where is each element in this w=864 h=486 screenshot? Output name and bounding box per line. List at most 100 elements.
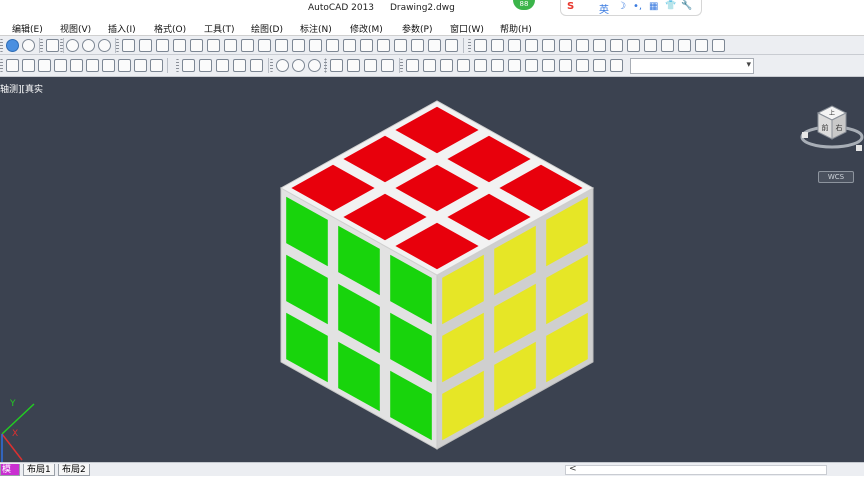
wcs-menu-button[interactable]: WCS <box>818 171 854 183</box>
tb1-tool-icon-18[interactable] <box>326 39 339 52</box>
skin-icon[interactable]: 👕 <box>665 1 676 11</box>
punctuation-icon[interactable]: •, <box>633 1 642 12</box>
toolbar-grip-handle[interactable] <box>270 59 273 72</box>
tb2-tool-icon-14[interactable] <box>250 59 263 72</box>
tb1-tool-icon-26[interactable] <box>474 39 487 52</box>
tb1-tool-icon-9[interactable] <box>173 39 186 52</box>
drawing-viewport[interactable]: 轴测][真实 上 前 右 WCS Y X <box>0 77 864 462</box>
tb2-tool-icon-1[interactable] <box>22 59 35 72</box>
tb1-tool-icon-16[interactable] <box>292 39 305 52</box>
tb2-tool-icon-11[interactable] <box>199 59 212 72</box>
tb1-tool-icon-36[interactable] <box>644 39 657 52</box>
toolbar-grip-handle[interactable] <box>60 39 63 52</box>
tb2-tool-icon-8[interactable] <box>134 59 147 72</box>
compass-west-marker[interactable] <box>802 132 808 138</box>
visual-style-dropdown[interactable] <box>630 58 754 74</box>
tb2-tool-icon-24[interactable] <box>440 59 453 72</box>
tb1-tool-icon-31[interactable] <box>559 39 572 52</box>
tb1-tool-icon-12[interactable] <box>224 39 237 52</box>
tb1-tool-icon-19[interactable] <box>343 39 356 52</box>
tb2-tool-icon-27[interactable] <box>491 59 504 72</box>
toolbar-grip-handle[interactable] <box>116 39 119 52</box>
scroll-left-arrow-icon[interactable]: < <box>569 464 577 474</box>
tb2-tool-icon-34[interactable] <box>610 59 623 72</box>
toolbar-grip-handle[interactable] <box>400 59 403 72</box>
toolbar-grip-handle[interactable] <box>468 39 471 52</box>
tb1-tool-icon-25[interactable] <box>445 39 458 52</box>
tb2-tool-icon-16[interactable] <box>292 59 305 72</box>
tb1-tool-icon-6[interactable] <box>122 39 135 52</box>
tb1-tool-icon-22[interactable] <box>394 39 407 52</box>
tb2-tool-icon-9[interactable] <box>150 59 163 72</box>
tb1-tool-icon-2[interactable] <box>46 39 59 52</box>
tb1-tool-icon-24[interactable] <box>428 39 441 52</box>
tb1-tool-icon-10[interactable] <box>190 39 203 52</box>
toolbar-grip-handle[interactable] <box>0 39 3 52</box>
tb1-tool-icon-27[interactable] <box>491 39 504 52</box>
tb2-tool-icon-3[interactable] <box>54 59 67 72</box>
tab-model[interactable]: 模型 <box>0 464 20 476</box>
tb1-tool-icon-33[interactable] <box>593 39 606 52</box>
tb1-tool-icon-35[interactable] <box>627 39 640 52</box>
toolbar-grip-handle[interactable] <box>176 59 179 72</box>
tb2-tool-icon-22[interactable] <box>406 59 419 72</box>
tb1-tool-icon-39[interactable] <box>695 39 708 52</box>
menu-dimension[interactable]: 标注(N) <box>300 22 332 35</box>
tab-layout1[interactable]: 布局1 <box>23 464 55 476</box>
tb2-tool-icon-12[interactable] <box>216 59 229 72</box>
compass-east-marker[interactable] <box>856 145 862 151</box>
tb2-tool-icon-31[interactable] <box>559 59 572 72</box>
tb1-tool-icon-13[interactable] <box>241 39 254 52</box>
tb1-tool-icon-34[interactable] <box>610 39 623 52</box>
tb2-tool-icon-2[interactable] <box>38 59 51 72</box>
tb1-tool-icon-38[interactable] <box>678 39 691 52</box>
tb1-tool-icon-32[interactable] <box>576 39 589 52</box>
tb2-tool-icon-32[interactable] <box>576 59 589 72</box>
tb2-tool-icon-33[interactable] <box>593 59 606 72</box>
keyboard-icon[interactable]: ▦ <box>649 1 658 12</box>
tb1-tool-icon-14[interactable] <box>258 39 271 52</box>
toolbar-grip-handle[interactable] <box>40 39 43 52</box>
tb2-tool-icon-18[interactable] <box>330 59 343 72</box>
wrench-icon[interactable]: 🔧 <box>681 1 692 11</box>
menu-window[interactable]: 窗口(W) <box>450 22 484 35</box>
tb2-tool-icon-23[interactable] <box>423 59 436 72</box>
tb1-tool-icon-37[interactable] <box>661 39 674 52</box>
tb1-tool-icon-29[interactable] <box>525 39 538 52</box>
tb1-tool-icon-8[interactable] <box>156 39 169 52</box>
tb2-tool-icon-17[interactable] <box>308 59 321 72</box>
sogou-logo-icon[interactable]: S <box>567 1 574 12</box>
tb1-tool-icon-4[interactable] <box>82 39 95 52</box>
tb2-tool-icon-5[interactable] <box>86 59 99 72</box>
tb2-tool-icon-0[interactable] <box>6 59 19 72</box>
toolbar-grip-handle[interactable] <box>324 59 327 72</box>
tb2-tool-icon-15[interactable] <box>276 59 289 72</box>
menu-edit[interactable]: 编辑(E) <box>12 22 43 35</box>
tb1-tool-icon-17[interactable] <box>309 39 322 52</box>
tb1-tool-icon-7[interactable] <box>139 39 152 52</box>
menu-view[interactable]: 视图(V) <box>60 22 91 35</box>
menu-parametric[interactable]: 参数(P) <box>402 22 432 35</box>
menu-tools[interactable]: 工具(T) <box>204 22 235 35</box>
moon-icon[interactable]: ☽ <box>617 1 626 12</box>
menu-modify[interactable]: 修改(M) <box>350 22 383 35</box>
tb1-tool-icon-1[interactable] <box>22 39 35 52</box>
tb2-tool-icon-29[interactable] <box>525 59 538 72</box>
tb2-tool-icon-6[interactable] <box>102 59 115 72</box>
tb2-tool-icon-26[interactable] <box>474 59 487 72</box>
tb2-tool-icon-10[interactable] <box>182 59 195 72</box>
tb2-tool-icon-20[interactable] <box>364 59 377 72</box>
tb1-tool-icon-0[interactable] <box>6 39 19 52</box>
tb1-tool-icon-28[interactable] <box>508 39 521 52</box>
toolbar-grip-handle[interactable] <box>0 59 3 72</box>
tb2-tool-icon-28[interactable] <box>508 59 521 72</box>
ime-language-toggle[interactable]: 英 <box>599 1 609 16</box>
menu-format[interactable]: 格式(O) <box>154 22 186 35</box>
tb2-tool-icon-19[interactable] <box>347 59 360 72</box>
ime-toolbar[interactable]: S 英 ☽ •, ▦ 👕 🔧 <box>560 0 702 16</box>
tb2-tool-icon-7[interactable] <box>118 59 131 72</box>
tb1-tool-icon-40[interactable] <box>712 39 725 52</box>
tb1-tool-icon-15[interactable] <box>275 39 288 52</box>
tb2-tool-icon-4[interactable] <box>70 59 83 72</box>
tb1-tool-icon-30[interactable] <box>542 39 555 52</box>
